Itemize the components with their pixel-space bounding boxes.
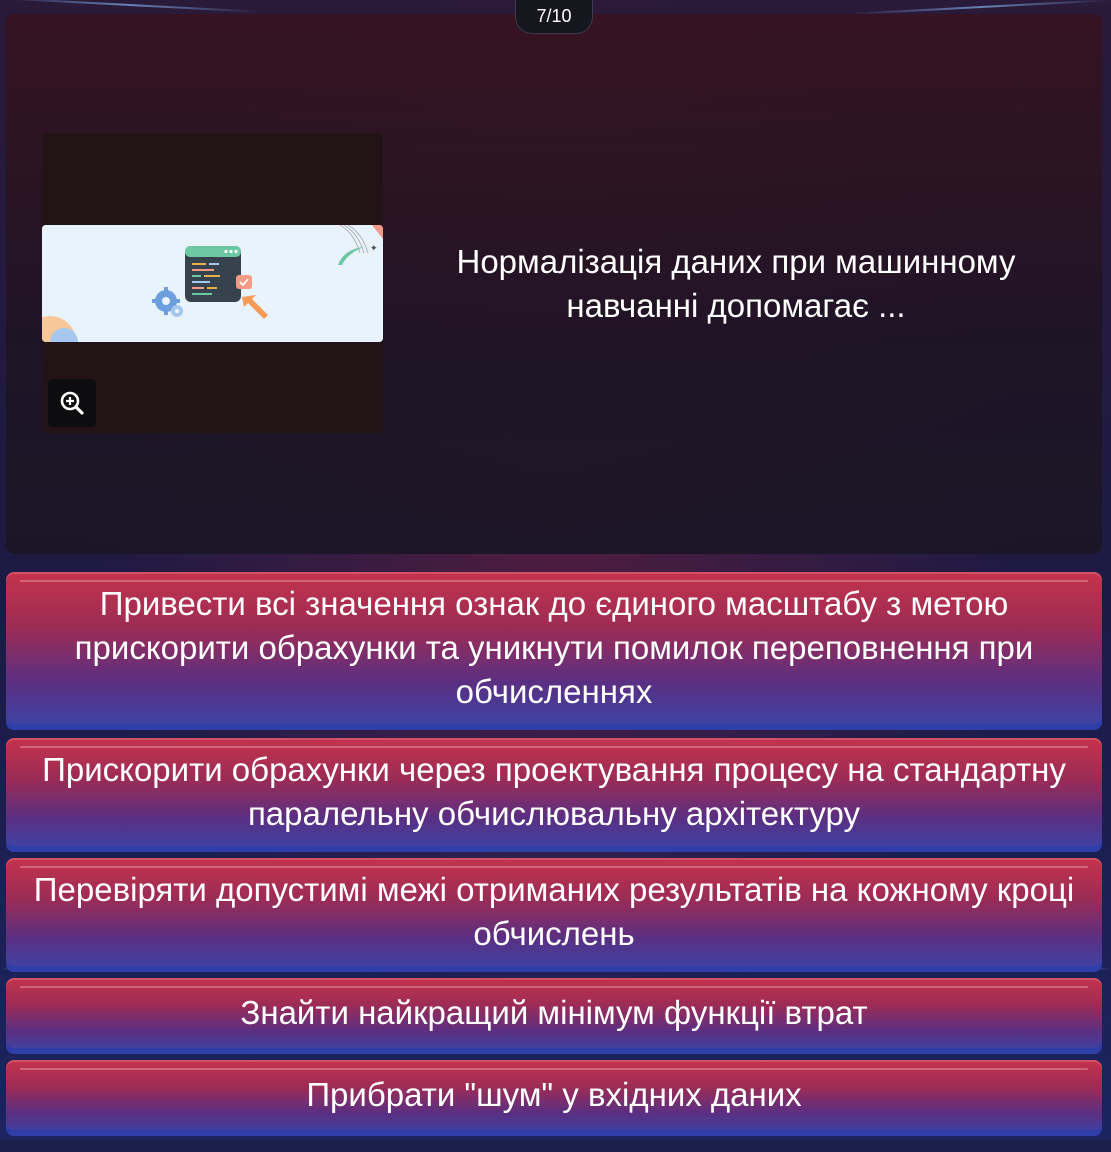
answer-sheen [20,986,1088,988]
answer-option-label: Перевіряти допустимі межі отриманих резу… [33,871,1075,952]
bottom-strip [0,1140,1111,1152]
answer-option-label: Привести всі значення ознак до єдиного м… [74,585,1034,710]
question-media: ✦ [42,133,383,433]
answer-option-5[interactable]: Прибрати "шум" у вхідних даних [6,1060,1102,1136]
answer-sheen [20,1068,1088,1070]
question-text: Нормалізація даних при машинному навчанн… [456,243,1016,324]
background-streak [851,0,1111,15]
answer-option-label: Знайти найкращий мінімум функції втрат [240,994,868,1031]
background-streak [0,0,260,13]
zoom-in-icon [60,391,84,415]
zoom-image-button[interactable] [48,379,96,427]
answer-option-3[interactable]: Перевіряти допустимі межі отриманих резу… [6,858,1102,972]
answer-option-label: Прискорити обрахунки через проектування … [42,751,1066,832]
answer-option-1[interactable]: Привести всі значення ознак до єдиного м… [6,572,1102,730]
question-progress-counter: 7/10 [515,0,593,34]
code-window-illustration: ✦ [42,225,383,342]
answer-option-label: Прибрати "шум" у вхідних даних [306,1076,802,1113]
answer-option-4[interactable]: Знайти найкращий мінімум функції втрат [6,978,1102,1054]
svg-text:✦: ✦ [370,243,378,253]
question-card: ✦ Нормалізація даних при машинному навча… [6,14,1102,554]
answer-option-2[interactable]: Прискорити обрахунки через проектування … [6,738,1102,852]
